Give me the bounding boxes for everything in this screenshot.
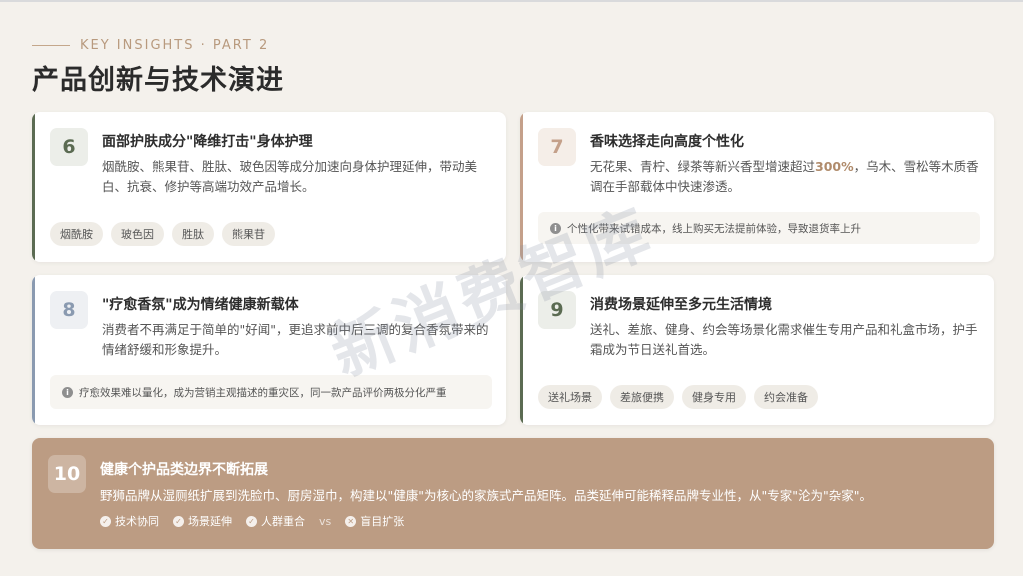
card-title: "疗愈香氛"成为情绪健康新载体 [102, 297, 299, 313]
card-title: 消费场景延伸至多元生活情境 [590, 297, 772, 313]
card-title: 香味选择走向高度个性化 [590, 134, 744, 150]
insight-card-7: 7 香味选择走向高度个性化 无花果、青柠、绿茶等新兴香型增速超过300%，乌木、… [520, 112, 994, 262]
note-text: 个性化带来试错成本，线上购买无法提前体验，导致退货率上升 [567, 222, 861, 235]
highlight-value: 300% [815, 159, 854, 174]
card-description: 消费者不再满足于简单的"好闻"，更追求前中后三调的复合香氛带来的情绪舒缓和形象提… [102, 322, 489, 357]
tag: 差旅便携 [610, 385, 674, 409]
card-description: 野狮品牌从湿厕纸扩展到洗脸巾、厨房湿巾，构建以"健康"为核心的家族式产品矩阵。品… [100, 488, 872, 503]
check-circle-icon: ✓ [246, 515, 257, 527]
risk-note: i 疗愈效果难以量化，成为营销主观描述的重灾区，同一款产品评价两极分化严重 [50, 375, 492, 409]
card-accent-bar [520, 112, 523, 262]
tag: 胜肽 [172, 222, 214, 246]
card-description: 烟酰胺、熊果苷、胜肽、玻色因等成分加速向身体护理延伸，带动美白、抗衰、修护等高端… [102, 159, 478, 194]
point-label: 人群重合 [261, 515, 305, 528]
card-number-badge: 10 [48, 455, 86, 493]
card-number-badge: 8 [50, 291, 88, 329]
insight-card-10: 10 健康个护品类边界不断拓展 野狮品牌从湿厕纸扩展到洗脸巾、厨房湿巾，构建以"… [32, 438, 994, 549]
card-description: 送礼、差旅、健身、约会等场景化需求催生专用产品和礼盒市场，护手霜成为节日送礼首选… [590, 322, 978, 357]
kicker-line [32, 44, 70, 47]
kicker-text: KEY INSIGHTS · PART 2 [80, 38, 270, 53]
card-number-badge: 6 [50, 128, 88, 166]
tag: 烟酰胺 [50, 222, 103, 246]
point-item: ✓ 场景延伸 [173, 513, 232, 529]
card-accent-bar [32, 275, 35, 425]
point-list: ✓ 技术协同 ✓ 场景延伸 ✓ 人群重合 vs ✕ 盲目扩张 [100, 513, 404, 529]
point-label: 场景延伸 [188, 515, 232, 528]
page-title: 产品创新与技术演进 [32, 65, 284, 96]
card-title: 健康个护品类边界不断拓展 [100, 462, 268, 478]
card-number-badge: 9 [538, 291, 576, 329]
point-label: 盲目扩张 [360, 515, 405, 528]
card-accent-bar [520, 275, 523, 425]
tag-list: 送礼场景 差旅便携 健身专用 约会准备 [538, 385, 818, 409]
point-item-negative: ✕ 盲目扩张 [345, 513, 404, 529]
section-kicker: KEY INSIGHTS · PART 2 [32, 38, 269, 53]
tag-list: 烟酰胺 玻色因 胜肽 熊果苷 [50, 222, 275, 246]
check-circle-icon: ✓ [100, 515, 111, 527]
tag: 熊果苷 [222, 222, 275, 246]
card-title: 面部护肤成分"降维打击"身体护理 [102, 134, 313, 150]
point-label: 技术协同 [115, 515, 159, 528]
tag: 约会准备 [754, 385, 818, 409]
tag: 送礼场景 [538, 385, 602, 409]
x-circle-icon: ✕ [345, 515, 357, 527]
card-description: 无花果、青柠、绿茶等新兴香型增速超过300%，乌木、雪松等木质香调在手部载体中快… [590, 157, 984, 197]
risk-note: i 个性化带来试错成本，线上购买无法提前体验，导致退货率上升 [538, 212, 980, 244]
insight-card-6: 6 面部护肤成分"降维打击"身体护理 烟酰胺、熊果苷、胜肽、玻色因等成分加速向身… [32, 112, 506, 262]
note-text: 疗愈效果难以量化，成为营销主观描述的重灾区，同一款产品评价两极分化严重 [79, 386, 447, 399]
versus-label: vs [319, 514, 332, 528]
card-number-badge: 7 [538, 128, 576, 166]
info-icon: i [550, 222, 561, 234]
insight-card-9: 9 消费场景延伸至多元生活情境 送礼、差旅、健身、约会等场景化需求催生专用产品和… [520, 275, 994, 425]
info-icon: i [62, 386, 73, 398]
desc-text: 无花果、青柠、绿茶等新兴香型增速超过 [590, 159, 816, 174]
point-item: ✓ 人群重合 [246, 513, 305, 529]
point-item: ✓ 技术协同 [100, 513, 159, 529]
insight-card-8: 8 "疗愈香氛"成为情绪健康新载体 消费者不再满足于简单的"好闻"，更追求前中后… [32, 275, 506, 425]
tag: 玻色因 [111, 222, 164, 246]
tag: 健身专用 [682, 385, 746, 409]
check-circle-icon: ✓ [173, 515, 184, 527]
card-accent-bar [32, 112, 35, 262]
